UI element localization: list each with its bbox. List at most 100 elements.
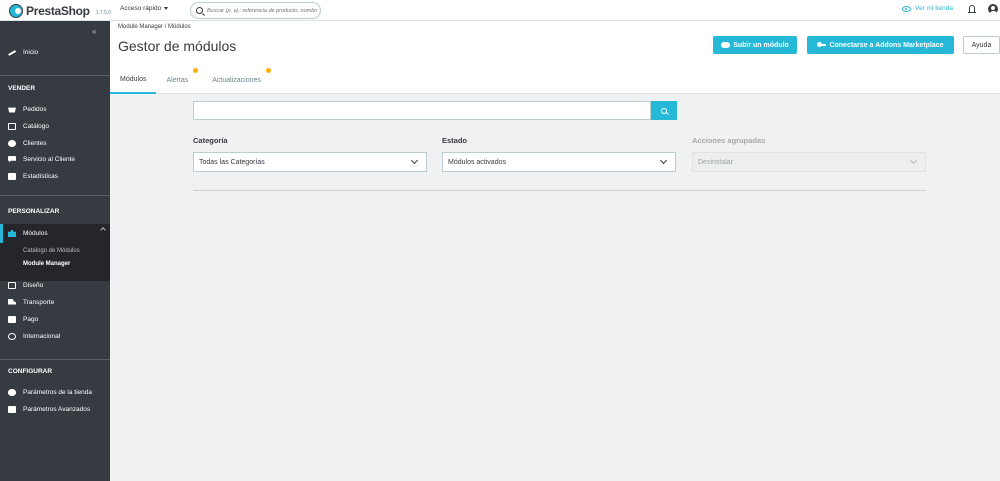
sidebar-item-design[interactable]: Diseño (0, 278, 110, 292)
breadcrumb[interactable]: Module Manager / Módulos (118, 24, 191, 30)
update-badge (265, 68, 271, 73)
globe-icon (8, 332, 16, 340)
sidebar-item-stats[interactable]: Estadísticas (0, 169, 110, 183)
sidebar-item-label: Módulos (23, 230, 48, 237)
sidebar-item-label: Parámetros Avanzados (23, 405, 91, 413)
sidebar-item-modules[interactable]: Módulos (0, 224, 110, 243)
credit-card-icon (8, 315, 16, 323)
modules-submenu: Catálogo de Módulos Module Manager (0, 243, 110, 281)
upload-module-label: Subir un módulo (733, 41, 789, 49)
content-divider (193, 190, 926, 191)
chevron-down-icon (410, 156, 419, 165)
page-title: Gestor de módulos (118, 38, 237, 54)
sidebar-item-customer-service[interactable]: Servicio al Cliente (0, 152, 110, 166)
search-icon[interactable] (196, 7, 203, 14)
upload-module-button[interactable]: Subir un módulo (713, 36, 797, 54)
basket-icon (8, 107, 16, 113)
sidebar-item-label: Catálogo (23, 122, 50, 130)
tab-modules[interactable]: Módulos (110, 66, 157, 94)
category-label: Categoría (193, 136, 228, 145)
tab-label: Alertas (166, 76, 189, 84)
tab-updates[interactable]: Actualizaciones (202, 66, 275, 94)
help-label: Ayuda (971, 41, 992, 49)
quick-access-label: Acceso rápido (120, 5, 162, 12)
help-button[interactable]: Ayuda (963, 36, 1000, 54)
sidebar-item-label: Diseño (23, 281, 44, 289)
status-select[interactable]: Módulos activados (442, 152, 676, 172)
connect-addons-label: Conectarse a Addons Marketplace (829, 41, 944, 49)
puzzle-icon (8, 230, 16, 237)
submenu-item-module-catalog[interactable]: Catálogo de Módulos (23, 248, 80, 254)
bulk-actions-value: Desinstalar (698, 158, 734, 166)
status-value: Módulos activados (448, 158, 506, 166)
tab-alerts[interactable]: Alertas (156, 66, 202, 94)
sidebar-item-label: Pago (23, 315, 39, 323)
chevron-down-icon (659, 156, 668, 165)
cloud-upload-icon (721, 42, 731, 48)
sidebar-item-label: Transporte (23, 298, 55, 306)
key-icon (817, 42, 827, 47)
sidebar-item-customers[interactable]: Clientes (0, 136, 110, 150)
global-search-input[interactable] (207, 7, 317, 14)
bulk-actions-label: Acciones agrupadas (692, 136, 766, 145)
sidebar-item-label: Clientes (23, 139, 47, 147)
chevron-down-icon (909, 156, 918, 165)
section-title-customize: PERSONALIZAR (8, 208, 60, 215)
module-search-button[interactable] (651, 101, 677, 120)
sidebar-divider (0, 359, 110, 360)
sidebar: « Inicio VENDER Pedidos Catálogo Cliente… (0, 21, 110, 481)
brand-name: PrestaShop (26, 3, 90, 18)
puffin-logo-icon (9, 3, 23, 18)
category-select[interactable]: Todas las Categorías (193, 152, 427, 172)
page-header: Module Manager / Módulos Gestor de módul… (110, 21, 1000, 94)
category-value: Todas las Categorías (199, 158, 265, 166)
sidebar-item-shop-parameters[interactable]: Parámetros de la tienda (0, 385, 110, 399)
module-search (193, 101, 677, 120)
customer-icon (8, 139, 16, 147)
chat-icon (8, 155, 16, 163)
bulk-actions-select: Desinstalar (692, 152, 926, 172)
sidebar-divider (0, 195, 110, 196)
truck-icon (8, 298, 16, 305)
sidebar-item-payment[interactable]: Pago (0, 312, 110, 326)
sidebar-item-home[interactable]: Inicio (0, 45, 110, 59)
monitor-icon (8, 281, 16, 289)
sidebar-item-international[interactable]: Internacional (0, 329, 110, 343)
status-label: Estado (442, 136, 468, 145)
sidebar-item-label: Inicio (23, 48, 39, 56)
chevron-up-icon[interactable] (100, 227, 106, 233)
alert-badge (193, 68, 199, 73)
trending-up-icon (8, 49, 16, 56)
gear-icon (8, 388, 16, 396)
caret-down-icon (164, 7, 169, 10)
tab-label: Actualizaciones (212, 76, 261, 84)
sidebar-item-label: Parámetros de la tienda (23, 388, 93, 396)
submenu-item-module-manager[interactable]: Module Manager (23, 261, 70, 267)
module-search-input[interactable] (193, 101, 651, 120)
notifications-bell-icon[interactable] (968, 5, 976, 14)
stats-icon (8, 172, 16, 180)
eye-icon (902, 5, 911, 12)
section-title-sell: VENDER (8, 85, 36, 92)
view-store-link[interactable]: Ver mi tienda (902, 5, 953, 12)
sidebar-item-orders[interactable]: Pedidos (0, 102, 110, 116)
collapse-sidebar-icon[interactable]: « (92, 27, 97, 36)
sidebar-item-advanced-parameters[interactable]: Parámetros Avanzados (0, 402, 110, 416)
module-tabs: Módulos Alertas Actualizaciones (110, 66, 275, 94)
prestashop-logo[interactable]: PrestaShop 1.7.5.0 (9, 3, 111, 18)
search-icon (661, 107, 667, 114)
quick-access-dropdown[interactable]: Acceso rápido (120, 5, 169, 12)
sidebar-item-catalog[interactable]: Catálogo (0, 119, 110, 133)
advanced-settings-icon (8, 405, 16, 413)
version-label: 1.7.5.0 (95, 9, 111, 16)
sidebar-item-shipping[interactable]: Transporte (0, 295, 110, 309)
catalog-icon (8, 122, 16, 130)
sidebar-item-label: Pedidos (23, 105, 47, 113)
global-search[interactable] (190, 2, 321, 19)
sidebar-item-label: Servicio al Cliente (23, 155, 76, 163)
connect-addons-button[interactable]: Conectarse a Addons Marketplace (807, 36, 954, 54)
top-bar: PrestaShop 1.7.5.0 Acceso rápido Ver mi … (0, 0, 1000, 21)
user-account-icon[interactable] (988, 4, 998, 14)
section-title-configure: CONFIGURAR (8, 368, 53, 375)
sidebar-divider (0, 75, 110, 76)
